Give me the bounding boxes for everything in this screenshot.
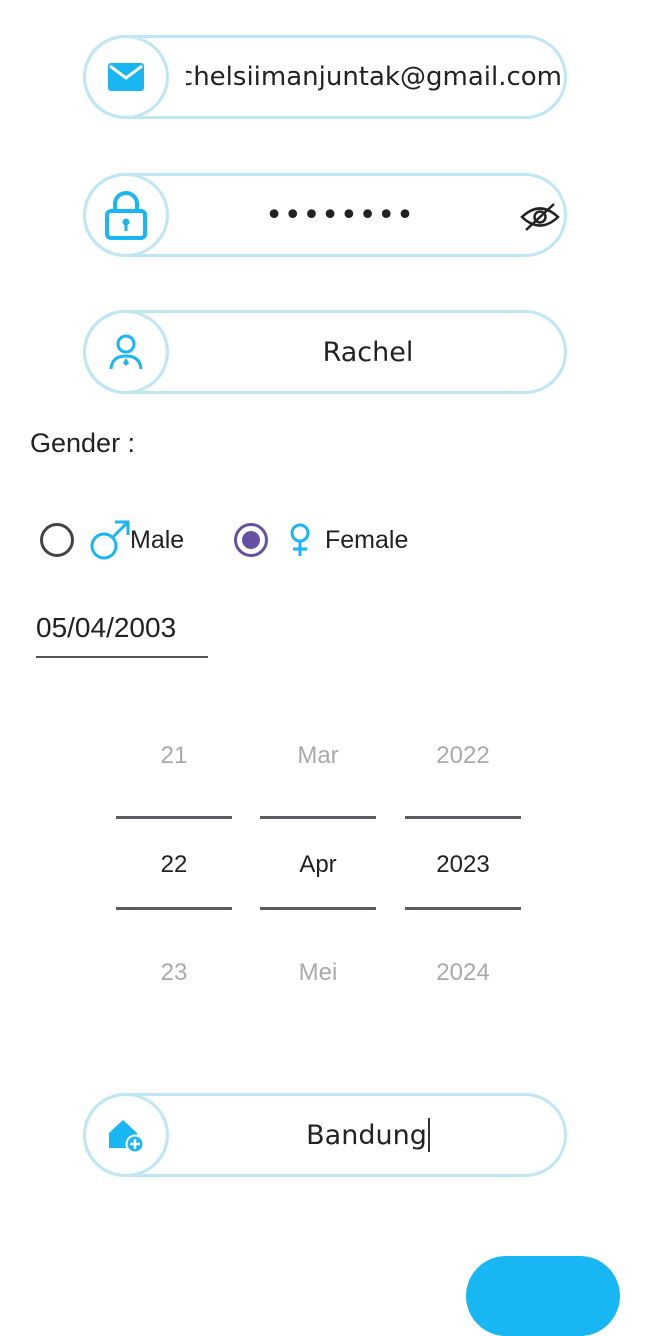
male-symbol-icon <box>90 520 130 560</box>
female-symbol-icon <box>290 523 310 556</box>
eye-off-icon[interactable] <box>520 202 560 232</box>
day-picker-divider-bottom <box>116 907 232 910</box>
name-icon-circle <box>83 310 169 394</box>
male-label: Male <box>130 525 185 554</box>
year-prev[interactable]: 2022 <box>405 742 521 770</box>
name-field[interactable]: Rachel <box>83 310 567 394</box>
submit-button[interactable] <box>466 1256 620 1336</box>
month-selected[interactable]: Apr <box>260 851 376 879</box>
female-label: Female <box>325 525 409 554</box>
month-picker-divider-bottom <box>260 907 376 910</box>
male-radio[interactable] <box>40 523 74 557</box>
day-prev[interactable]: 21 <box>116 742 232 770</box>
person-icon <box>109 334 143 370</box>
home-add-icon <box>109 1120 145 1153</box>
password-field[interactable]: •••••••• <box>83 173 567 257</box>
mail-icon <box>108 63 144 91</box>
password-icon-circle <box>83 173 169 257</box>
day-picker-divider-top <box>116 816 232 819</box>
email-value[interactable]: rachelsiimanjuntak@gmail.com <box>186 38 562 116</box>
day-picker[interactable]: 21 22 23 <box>116 736 232 996</box>
day-selected[interactable]: 22 <box>116 851 232 879</box>
month-picker-divider-top <box>260 816 376 819</box>
month-next[interactable]: Mei <box>260 959 376 987</box>
year-picker-divider-bottom <box>405 907 521 910</box>
text-cursor <box>427 1118 430 1152</box>
month-prev[interactable]: Mar <box>260 742 376 770</box>
password-value[interactable]: •••••••• <box>186 176 494 254</box>
day-next[interactable]: 23 <box>116 959 232 987</box>
month-picker[interactable]: Mar Apr Mei <box>260 736 376 996</box>
city-value-wrap[interactable]: Bandung <box>186 1096 550 1174</box>
name-value[interactable]: Rachel <box>186 313 550 391</box>
city-icon-circle <box>83 1093 169 1177</box>
year-next[interactable]: 2024 <box>405 959 521 987</box>
email-field[interactable]: rachelsiimanjuntak@gmail.com <box>83 35 567 119</box>
gender-option-female[interactable]: Female <box>234 518 408 562</box>
city-field[interactable]: Bandung <box>83 1093 567 1177</box>
year-selected[interactable]: 2023 <box>405 851 521 879</box>
female-radio[interactable] <box>234 523 268 557</box>
year-picker[interactable]: 2022 2023 2024 <box>405 736 521 996</box>
city-value[interactable]: Bandung <box>306 1120 427 1151</box>
year-picker-divider-top <box>405 816 521 819</box>
birth-date-input[interactable]: 05/04/2003 <box>36 612 208 658</box>
gender-label: Gender : <box>30 428 136 458</box>
lock-icon <box>105 191 147 240</box>
email-icon-circle <box>83 35 169 119</box>
gender-option-male[interactable]: Male <box>40 518 184 562</box>
